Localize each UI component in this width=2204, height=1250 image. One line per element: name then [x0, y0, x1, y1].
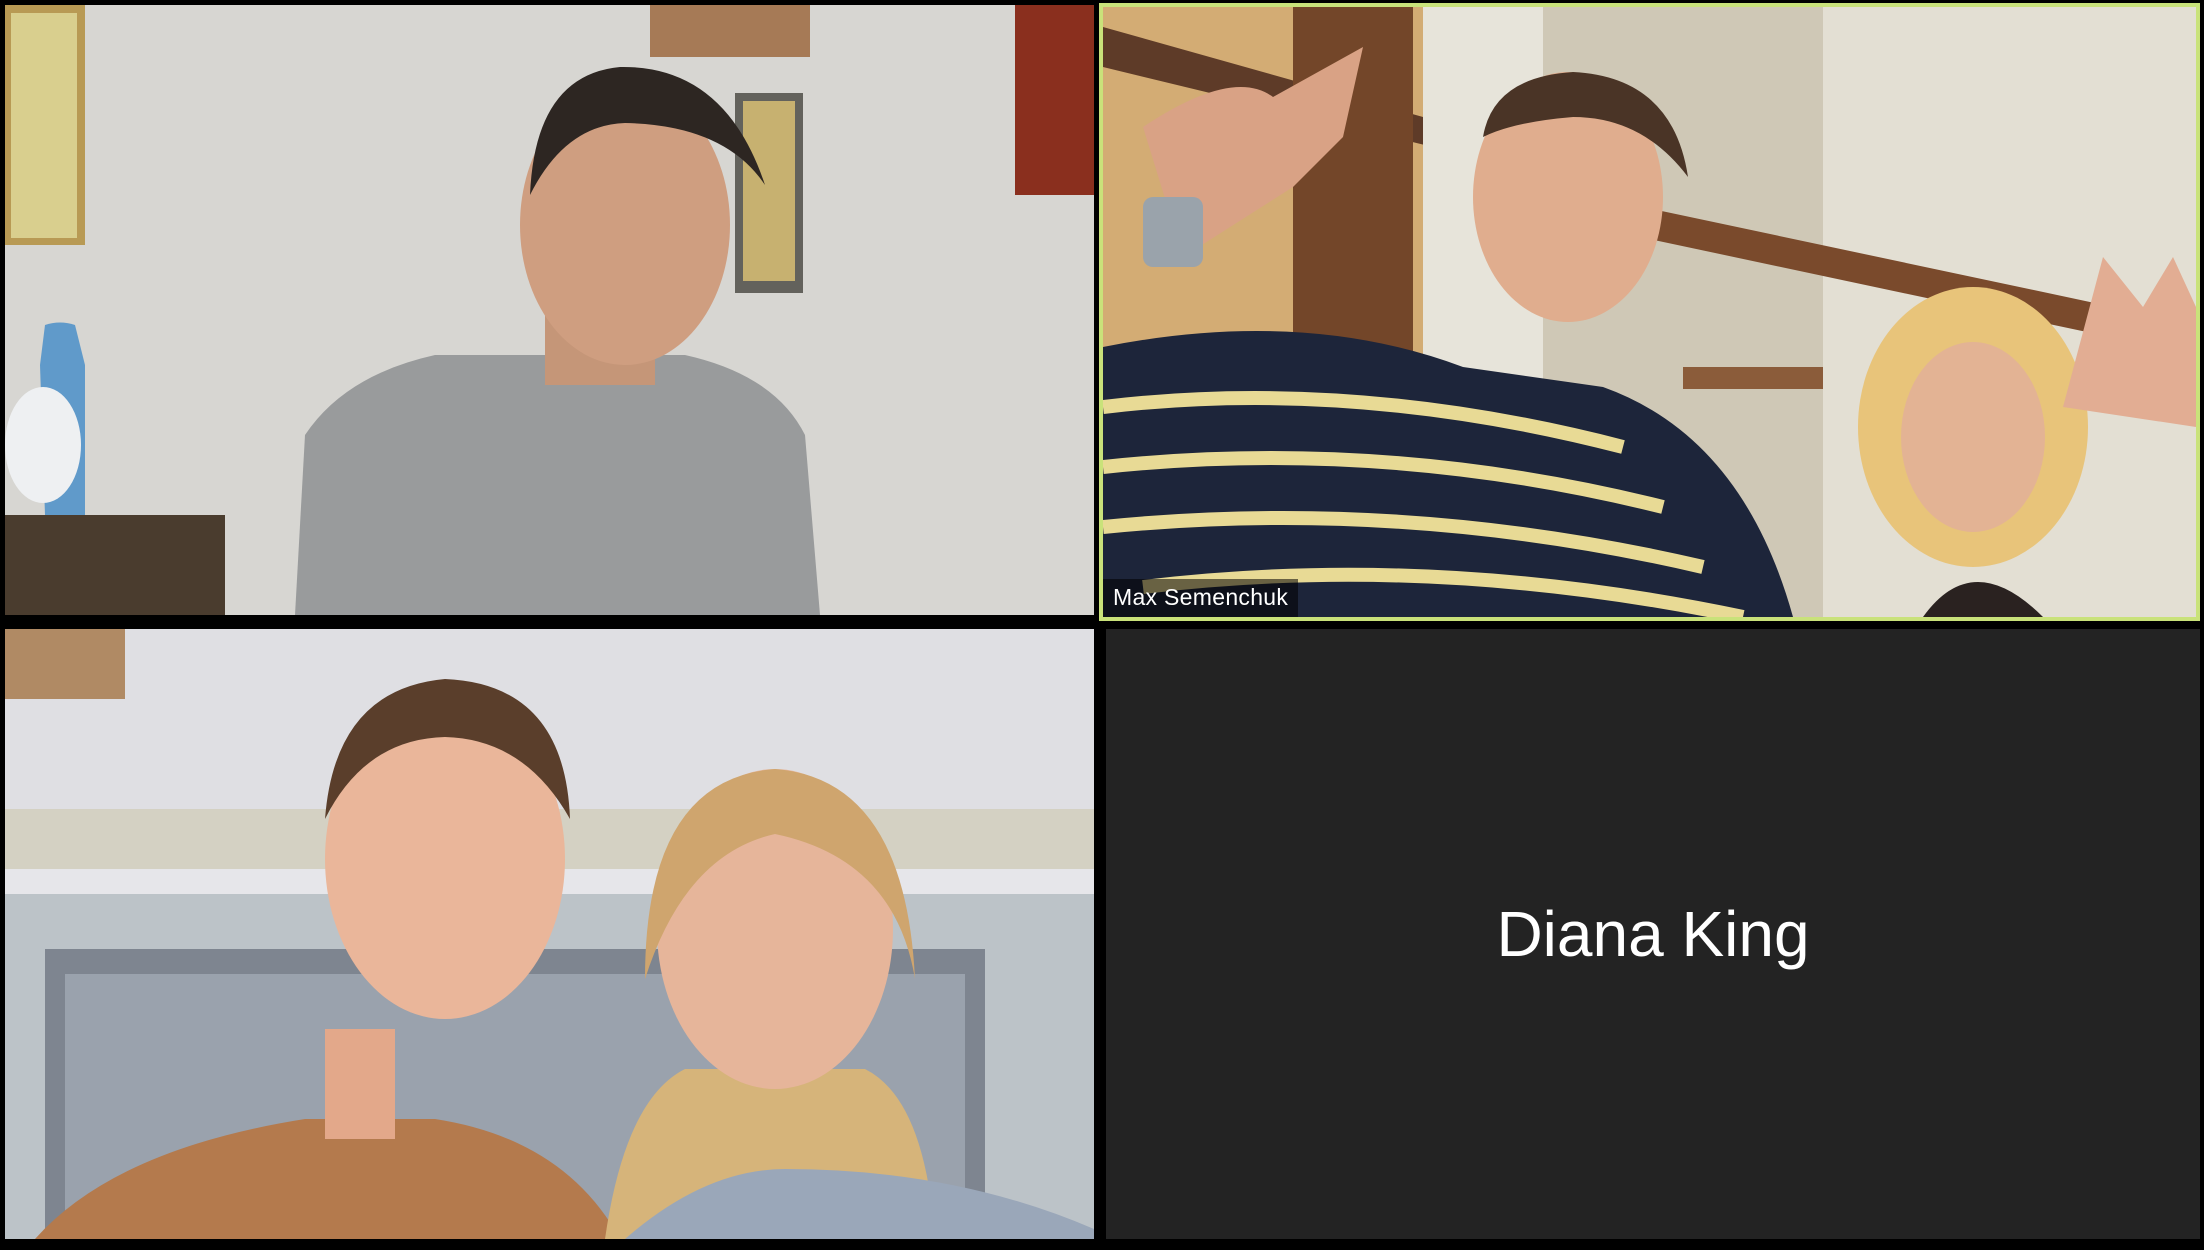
participant-tile-4[interactable]: Diana King	[1106, 629, 2200, 1239]
participant-tile-3[interactable]	[5, 629, 1094, 1239]
participant-video-3	[5, 629, 1094, 1239]
participant-video-1	[5, 5, 1094, 615]
participant-tile-2[interactable]: Max Semenchuk	[1099, 3, 2200, 621]
participant-name-label: Max Semenchuk	[1103, 579, 1299, 617]
participant-name-display: Diana King	[1496, 898, 1810, 970]
participant-tile-1[interactable]	[5, 5, 1094, 615]
participant-video-2	[1103, 7, 2196, 617]
